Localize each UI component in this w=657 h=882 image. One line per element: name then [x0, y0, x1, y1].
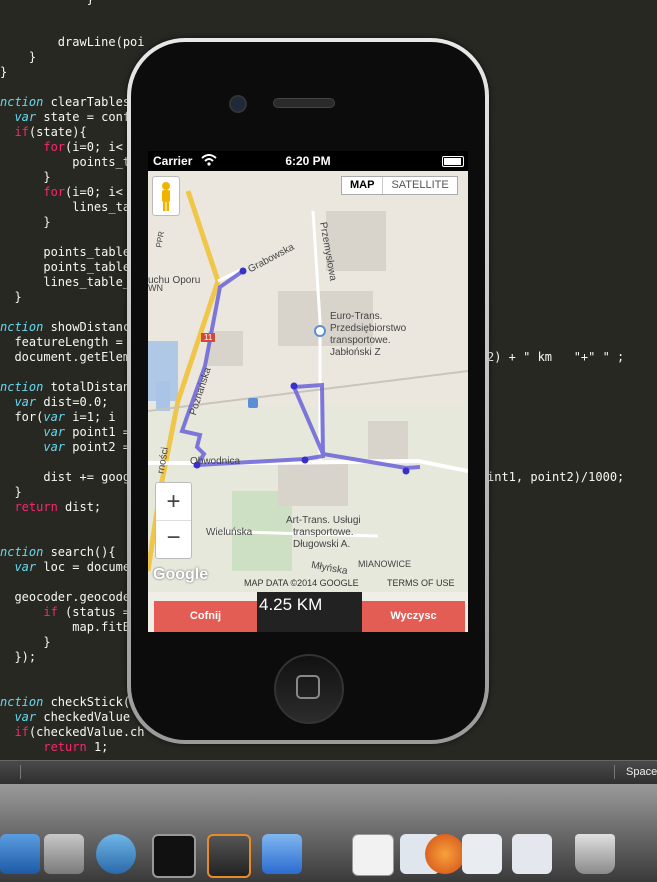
map-label-euro-trans-3: transportowe. — [330, 335, 391, 346]
code-line: for(var i=1; i — [0, 410, 116, 424]
code-line: dist += goog — [0, 470, 131, 484]
terms-of-use-link[interactable]: TERMS OF USE — [387, 578, 455, 588]
map-label-euro-trans-1: Euro-Trans. — [330, 311, 383, 322]
code-line: nction checkStick( — [0, 695, 131, 709]
map-type-satellite-button[interactable]: SATELLITE — [383, 177, 456, 194]
map-view[interactable]: Grabowska Przemysłowa Euro-Trans. Przeds… — [148, 171, 468, 592]
home-square-icon — [296, 675, 320, 699]
code-line: return 1; — [43, 740, 109, 754]
code-line: var checkedValue — [14, 710, 131, 724]
map-label-art-trans-1: Art-Trans. Usługi — [286, 515, 361, 526]
code-line: } — [0, 170, 51, 184]
cyberduck-icon[interactable] — [96, 834, 136, 874]
undo-button[interactable]: Cofnij — [154, 601, 257, 632]
code-line: if (status = — [43, 605, 131, 619]
map-label-euro-trans-2: Przedsiębiorstwo — [330, 323, 407, 334]
code-line: } — [0, 0, 94, 7]
status-bar: Carrier 6:20 PM — [148, 151, 468, 171]
camera-icon — [229, 95, 247, 113]
battery-icon — [442, 156, 464, 167]
html-file-icon[interactable] — [352, 834, 394, 876]
map-label-euro-trans-4: Jabłoński Z — [330, 347, 381, 358]
code-line: nction totalDistan — [0, 380, 131, 394]
editor-status-strip: Space — [0, 760, 657, 785]
code-line: points_table — [0, 260, 131, 274]
indentation-label[interactable]: Space — [626, 766, 657, 778]
code-line: var loc = docume — [14, 560, 131, 574]
google-logo: Google — [153, 566, 209, 583]
code-line: } — [0, 50, 37, 64]
code-line: var state = conf — [14, 110, 131, 124]
code-line: for(i=0; i< — [43, 140, 123, 154]
code-fragment: 2) + " km "+" " ; — [487, 350, 625, 364]
pegman-icon — [162, 182, 170, 211]
zoom-control: + − — [155, 482, 192, 559]
phone-screen: Carrier 6:20 PM Grabowska Przemysłowa Eu… — [148, 151, 468, 632]
window-thumbnail-icon[interactable] — [512, 834, 552, 874]
code-line: featureLength = — [0, 335, 123, 349]
map-label-mianowice: MIANOWICE — [358, 559, 411, 569]
installer-icon[interactable] — [44, 834, 84, 874]
clear-button[interactable]: Wyczysc — [362, 601, 465, 632]
code-line: return dist; — [14, 500, 102, 514]
code-line: nction clearTables — [0, 95, 131, 109]
map-type-control: MAP SATELLITE — [341, 176, 458, 195]
zoom-in-button[interactable]: + — [156, 483, 191, 521]
code-fragment: int1, point2)/1000; — [487, 470, 625, 484]
code-line: nction showDistanc — [0, 320, 131, 334]
bottom-toolbar: Cofnij 4.25 KM Wyczysc — [148, 592, 468, 632]
code-line: nction search(){ — [0, 545, 116, 559]
code-line: } — [0, 635, 51, 649]
code-line: map.fitB — [0, 620, 131, 634]
xcode-icon[interactable] — [0, 834, 40, 874]
code-line: for(i=0; i< — [43, 185, 123, 199]
sublime-text-icon[interactable] — [207, 834, 251, 878]
code-line: var dist=0.0; — [14, 395, 109, 409]
zoom-out-button[interactable]: − — [156, 521, 191, 558]
map-data-attribution: MAP DATA ©2014 GOOGLE — [244, 578, 359, 588]
firefox-icon[interactable] — [425, 834, 465, 874]
code-line: } — [0, 65, 8, 79]
code-line: } — [0, 215, 51, 229]
code-line: } — [0, 290, 22, 304]
map-label-wielunska: Wieluńska — [206, 527, 253, 538]
map-type-map-button[interactable]: MAP — [342, 177, 384, 194]
map-label-road-11: 11 — [204, 333, 213, 342]
distance-display: 4.25 KM — [257, 592, 362, 632]
code-line: var point2 = — [43, 440, 131, 454]
code-line: points_table — [0, 245, 131, 259]
terminal-icon[interactable] — [152, 834, 196, 878]
speaker-grille — [273, 98, 335, 108]
code-line: }); — [0, 650, 37, 664]
strip-divider — [614, 765, 615, 779]
map-label-art-trans-2: transportowe. — [293, 527, 354, 538]
code-line: drawLine(poi — [0, 35, 145, 49]
strip-divider — [20, 765, 21, 779]
code-line: points_t — [0, 155, 131, 169]
street-view-pegman[interactable] — [152, 176, 180, 216]
trash-icon[interactable] — [575, 834, 615, 874]
code-line: lines_ta — [0, 200, 131, 214]
map-label-art-trans-3: Długowski A. — [293, 539, 351, 550]
code-line: if(checkedValue.ch — [14, 725, 145, 739]
code-line: var point1 = — [43, 425, 131, 439]
map-label-obwodnica: Obwodnica — [190, 456, 241, 467]
code-line: } — [0, 485, 22, 499]
code-line: geocoder.geocode — [0, 590, 131, 604]
status-time: 6:20 PM — [285, 154, 331, 168]
code-line: if(state){ — [14, 125, 87, 139]
code-line: lines_table_ — [0, 275, 131, 289]
dock — [0, 830, 657, 882]
map-label-wn: WN — [148, 283, 163, 293]
code-line: document.getElem — [0, 350, 131, 364]
window-thumbnail-icon[interactable] — [462, 834, 502, 874]
ios-simulator-icon[interactable] — [262, 834, 302, 874]
